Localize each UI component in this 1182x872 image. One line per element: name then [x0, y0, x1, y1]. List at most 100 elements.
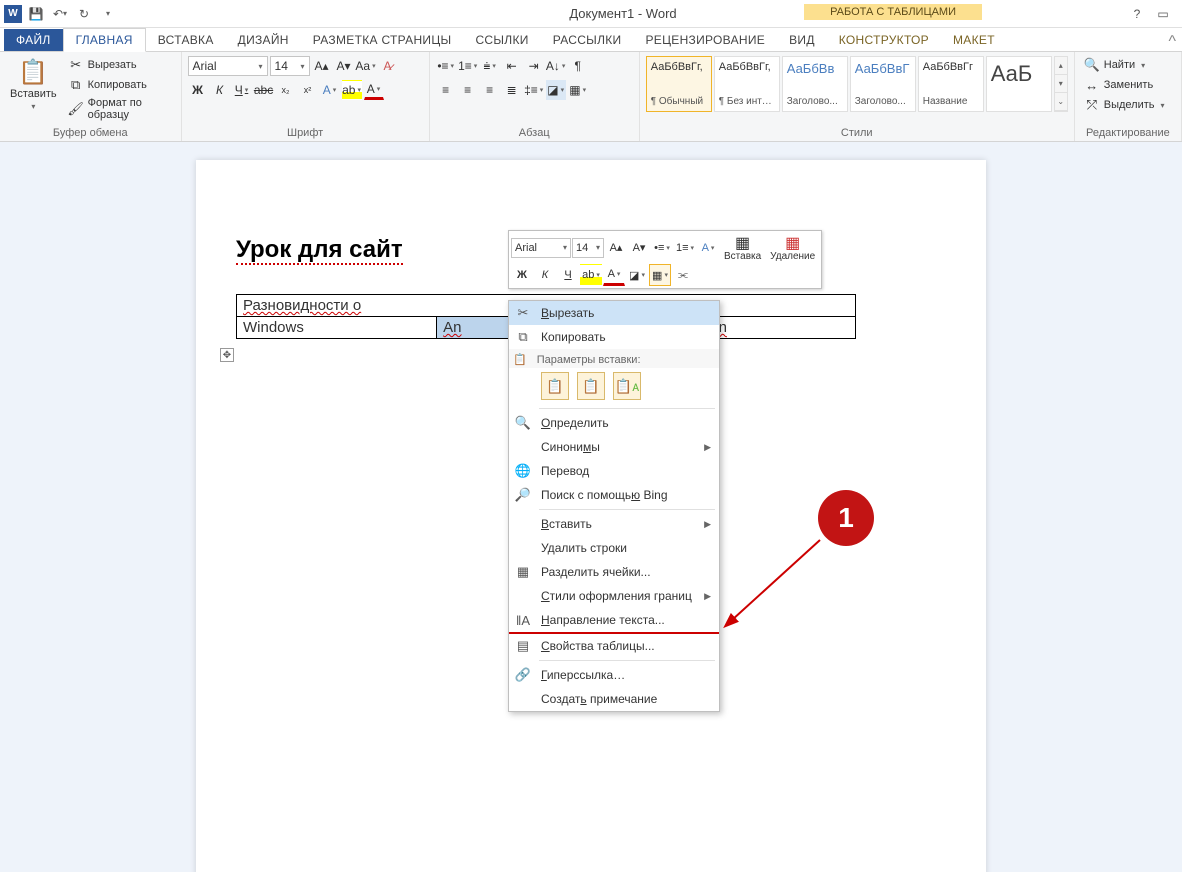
- ctx-copy[interactable]: ⧉Копировать: [509, 325, 719, 349]
- line-spacing-button[interactable]: ‡≡: [524, 80, 544, 100]
- align-right-button[interactable]: ≡: [480, 80, 500, 100]
- tab-constructor[interactable]: КОНСТРУКТОР: [827, 29, 941, 51]
- multilevel-button[interactable]: ⩧: [480, 56, 500, 76]
- italic-button[interactable]: К: [210, 80, 230, 100]
- select-button[interactable]: ⤱Выделить▾: [1081, 96, 1168, 114]
- mini-grow-font[interactable]: A▴: [605, 237, 627, 259]
- style-more[interactable]: АаБ: [986, 56, 1052, 112]
- subscript-button[interactable]: x₂: [276, 80, 296, 100]
- help-button[interactable]: ?: [1128, 5, 1146, 23]
- paste-keep-source[interactable]: 📋: [541, 372, 569, 400]
- page-heading[interactable]: Урок для сайт: [236, 236, 403, 265]
- ctx-comment[interactable]: Создать примечание: [509, 687, 719, 711]
- clear-formatting-button[interactable]: A̷: [378, 56, 398, 76]
- ctx-text-direction[interactable]: ‖AНаправление текста...: [509, 608, 719, 632]
- tab-view[interactable]: ВИД: [777, 29, 827, 51]
- mini-bold[interactable]: Ж: [511, 264, 533, 286]
- save-button[interactable]: 💾: [26, 4, 46, 24]
- ctx-table-properties[interactable]: ▤Свойства таблицы...: [509, 634, 719, 658]
- mini-insert-button[interactable]: ▦Вставка: [720, 233, 765, 262]
- style-heading1[interactable]: АаБбВвЗаголово...: [782, 56, 848, 112]
- mini-shading[interactable]: ◪: [626, 264, 648, 286]
- find-button[interactable]: 🔍Найти▾: [1081, 56, 1168, 74]
- font-name-combo[interactable]: Arial▾: [188, 56, 268, 76]
- styles-gallery[interactable]: АаБбВвГг,¶ Обычный АаБбВвГг,¶ Без инте..…: [646, 56, 1068, 112]
- mini-italic[interactable]: К: [534, 264, 556, 286]
- format-painter-button[interactable]: 🖌Формат по образцу: [65, 96, 175, 122]
- mini-bullets[interactable]: •≡: [651, 237, 673, 259]
- superscript-button[interactable]: x²: [298, 80, 318, 100]
- mini-underline[interactable]: Ч: [557, 264, 579, 286]
- font-color-button[interactable]: A: [364, 80, 384, 100]
- numbering-button[interactable]: 1≡: [458, 56, 478, 76]
- ctx-hyperlink[interactable]: 🔗Гиперссылка…: [509, 663, 719, 687]
- paste-button[interactable]: 📋 Вставить ▾: [6, 56, 61, 113]
- tab-references[interactable]: ССЫЛКИ: [463, 29, 540, 51]
- cut-button[interactable]: ✂Вырезать: [65, 56, 175, 74]
- tab-insert[interactable]: ВСТАВКА: [146, 29, 226, 51]
- undo-button[interactable]: ↶▾: [50, 4, 70, 24]
- shading-button[interactable]: ◪: [546, 80, 566, 100]
- show-marks-button[interactable]: ¶: [568, 56, 588, 76]
- ribbon-options-button[interactable]: ▭: [1154, 5, 1172, 23]
- tab-home[interactable]: ГЛАВНАЯ: [63, 28, 146, 52]
- shrink-font-button[interactable]: A▾: [334, 56, 354, 76]
- tab-review[interactable]: РЕЦЕНЗИРОВАНИЕ: [633, 29, 777, 51]
- highlight-button[interactable]: ab: [342, 80, 362, 100]
- mini-numbering[interactable]: 1≡: [674, 237, 696, 259]
- ctx-define[interactable]: 🔍Определить: [509, 411, 719, 435]
- text-effects-button[interactable]: A: [320, 80, 340, 100]
- tab-pagelayout[interactable]: РАЗМЕТКА СТРАНИЦЫ: [301, 29, 464, 51]
- mini-styles[interactable]: A: [697, 237, 719, 259]
- style-normal[interactable]: АаБбВвГг,¶ Обычный: [646, 56, 712, 112]
- underline-button[interactable]: Ч: [232, 80, 252, 100]
- align-center-button[interactable]: ≡: [458, 80, 478, 100]
- document-area[interactable]: Урок для сайт ✥ Разновидности о Windows …: [0, 142, 1182, 872]
- copy-button[interactable]: ⧉Копировать: [65, 76, 175, 94]
- change-case-button[interactable]: Aa: [356, 56, 376, 76]
- mini-font-color[interactable]: A: [603, 264, 625, 286]
- borders-button[interactable]: ▦: [568, 80, 588, 100]
- tab-table-layout[interactable]: МАКЕТ: [941, 29, 1007, 51]
- table-move-handle[interactable]: ✥: [220, 348, 234, 362]
- bold-button[interactable]: Ж: [188, 80, 208, 100]
- strikethrough-button[interactable]: abc: [254, 80, 274, 100]
- styles-scroll[interactable]: ▴▾⌄: [1054, 56, 1068, 112]
- style-heading2[interactable]: АаБбВвГЗаголово...: [850, 56, 916, 112]
- tab-mailings[interactable]: РАССЫЛКИ: [541, 29, 634, 51]
- bullets-button[interactable]: •≡: [436, 56, 456, 76]
- ctx-insert[interactable]: Вставить▶: [509, 512, 719, 536]
- mini-font-name[interactable]: Arial▾: [511, 238, 571, 258]
- style-no-spacing[interactable]: АаБбВвГг,¶ Без инте...: [714, 56, 780, 112]
- decrease-indent-button[interactable]: ⇤: [502, 56, 522, 76]
- qat-customize[interactable]: ▾: [98, 4, 118, 24]
- table-cell[interactable]: Windows: [237, 317, 437, 339]
- mini-font-size[interactable]: 14▾: [572, 238, 604, 258]
- sort-button[interactable]: A↓: [546, 56, 566, 76]
- justify-button[interactable]: ≣: [502, 80, 522, 100]
- increase-indent-button[interactable]: ⇥: [524, 56, 544, 76]
- ctx-bing[interactable]: 🔎Поиск с помощью Bing: [509, 483, 719, 507]
- tab-file[interactable]: ФАЙЛ: [4, 29, 63, 51]
- ctx-cut[interactable]: ✂Вырезать: [509, 301, 719, 325]
- replace-button[interactable]: ↔Заменить: [1081, 76, 1168, 94]
- ctx-translate[interactable]: 🌐Перевод: [509, 459, 719, 483]
- redo-button[interactable]: ↻: [74, 4, 94, 24]
- ctx-synonyms[interactable]: Синонимы▶: [509, 435, 719, 459]
- style-title[interactable]: АаБбВвГгНазвание: [918, 56, 984, 112]
- mini-highlight[interactable]: ab: [580, 264, 602, 286]
- paste-text-only[interactable]: 📋ᴀ: [613, 372, 641, 400]
- ctx-border-styles[interactable]: Стили оформления границ▶: [509, 584, 719, 608]
- grow-font-button[interactable]: A▴: [312, 56, 332, 76]
- tab-design[interactable]: ДИЗАЙН: [226, 29, 301, 51]
- ctx-delete-rows[interactable]: Удалить строки: [509, 536, 719, 560]
- mini-delete-button[interactable]: ▦Удаление: [766, 233, 819, 262]
- mini-shrink-font[interactable]: A▾: [628, 237, 650, 259]
- ctx-split-cells[interactable]: ▦Разделить ячейки...: [509, 560, 719, 584]
- collapse-ribbon-button[interactable]: ^: [1168, 33, 1182, 51]
- mini-merge[interactable]: ⫘: [672, 264, 694, 286]
- mini-borders[interactable]: ▦: [649, 264, 671, 286]
- align-left-button[interactable]: ≡: [436, 80, 456, 100]
- font-size-combo[interactable]: 14▾: [270, 56, 310, 76]
- paste-merge[interactable]: 📋: [577, 372, 605, 400]
